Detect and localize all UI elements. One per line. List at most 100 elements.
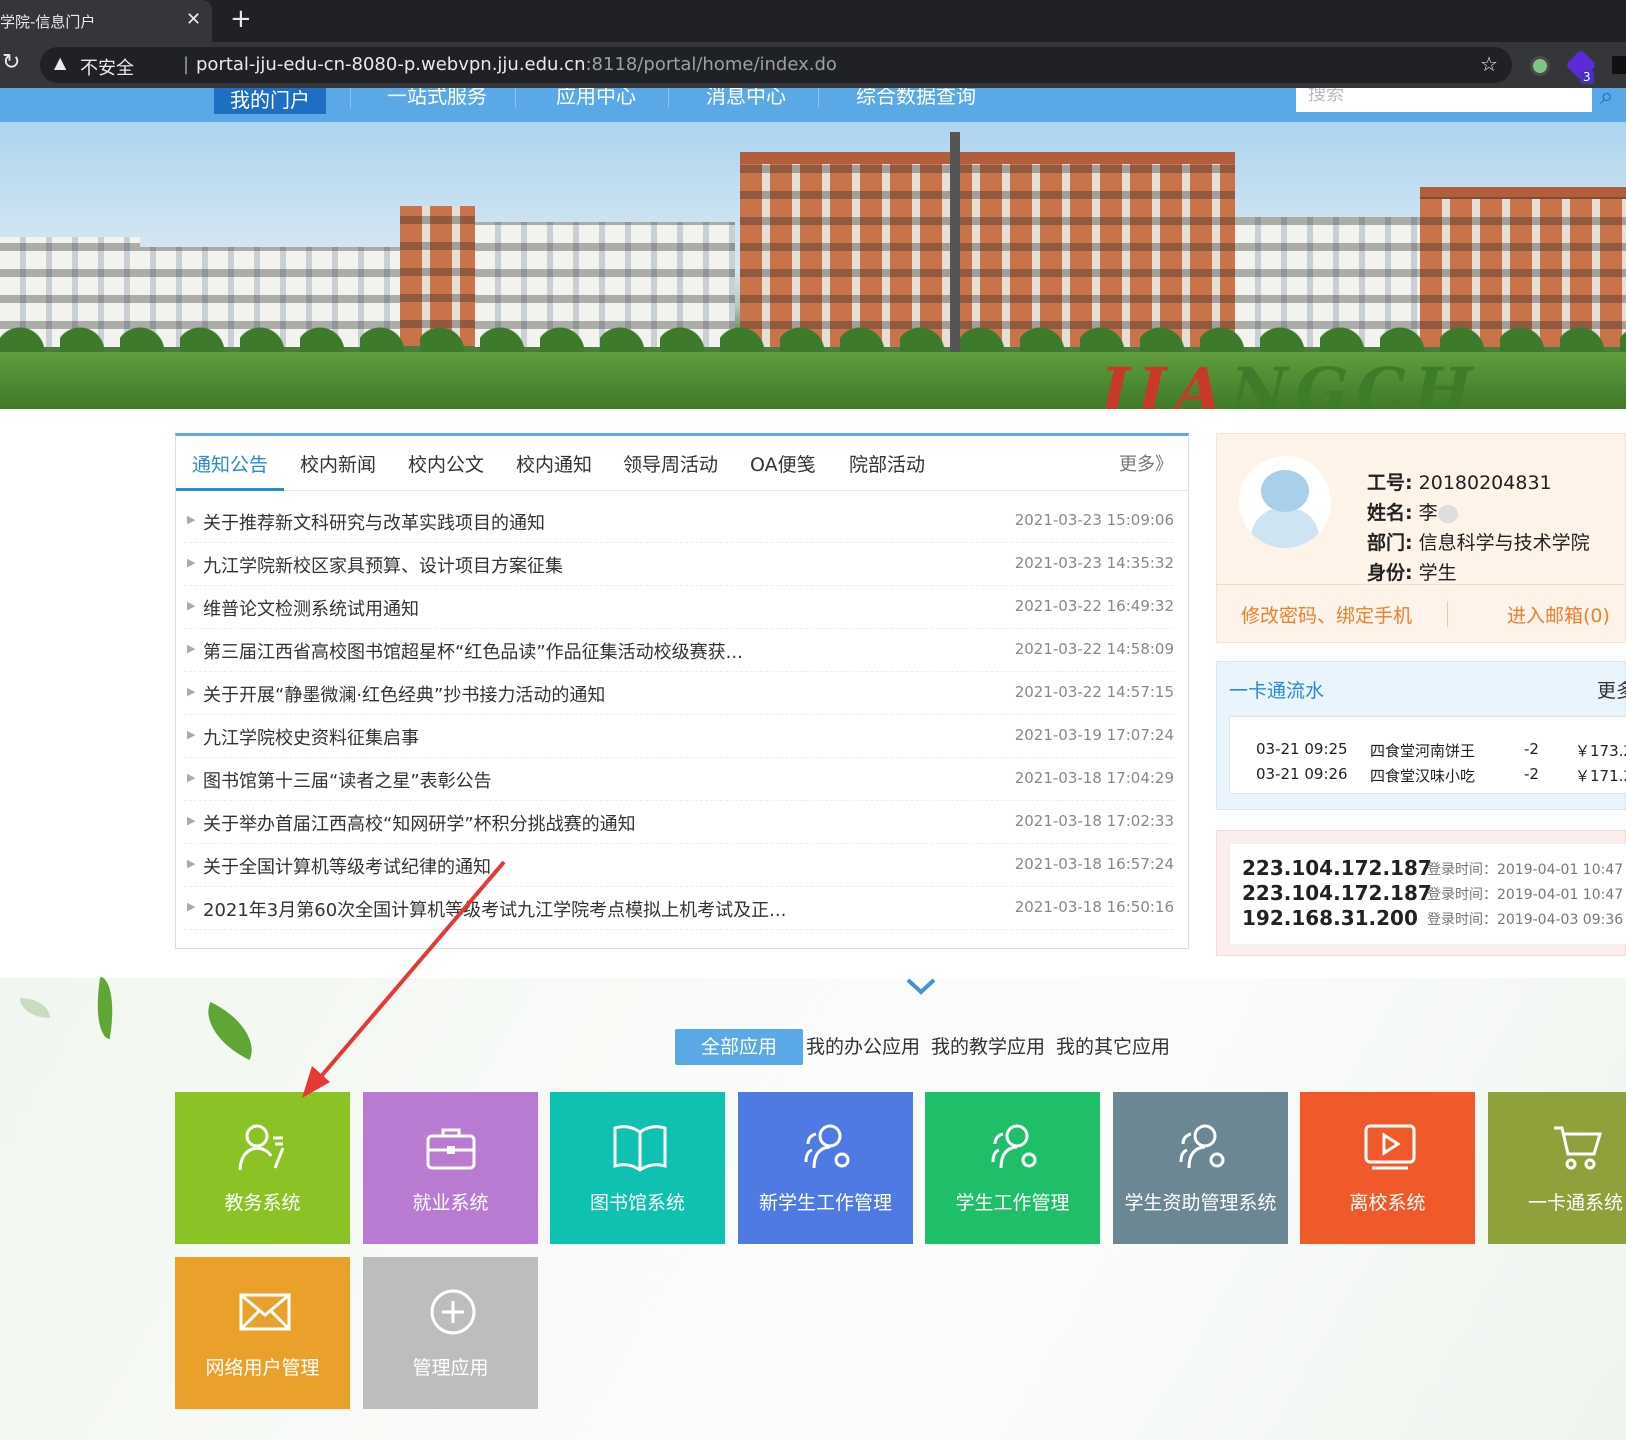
change-password-link[interactable]: 修改密码、绑定手机: [1241, 601, 1412, 628]
bullet-icon: ▶: [187, 556, 196, 569]
transaction-place: 四食堂汉味小吃: [1370, 767, 1476, 785]
login-time: 登录时间：2019-04-03 09:36: [1427, 912, 1624, 928]
bookmark-star-icon[interactable]: ☆: [1480, 52, 1498, 76]
notice-title[interactable]: 维普论文检测系统试用通知: [203, 595, 419, 621]
insecure-label[interactable]: 不安全: [80, 54, 134, 80]
nav-one-stop[interactable]: 一站式服务: [387, 88, 487, 109]
notice-title[interactable]: 2021年3月第60次全国计算机等级考试九江学院考点模拟上机考试及正...: [203, 896, 786, 922]
profile-role: 身份: 学生: [1367, 558, 1457, 585]
browser-tab[interactable]: 学院-信息门户 ✕: [0, 0, 212, 42]
notice-title[interactable]: 关于开展“静墨微澜·红色经典”抄书接力活动的通知: [203, 681, 605, 707]
divider: [1447, 601, 1448, 627]
extension-icon[interactable]: [1612, 56, 1626, 74]
tab-teaching-apps[interactable]: 我的教学应用: [931, 1029, 1045, 1065]
notice-row[interactable]: ▶ 关于全国计算机等级考试纪律的通知 2021-03-18 16:57:24: [184, 844, 1174, 887]
app-tile-label: 教务系统: [224, 1192, 301, 1214]
nav-data-query[interactable]: 综合数据查询: [856, 88, 976, 109]
notice-title[interactable]: 关于推荐新文科研究与改革实践项目的通知: [203, 509, 545, 535]
notice-title[interactable]: 九江学院新校区家具预算、设计项目方案征集: [203, 552, 563, 578]
profile-actions: 修改密码、绑定手机 进入邮箱(0): [1217, 584, 1626, 644]
url-path: :8118/portal/home/index.do: [585, 54, 837, 75]
app-tile-label: 新学生工作管理: [758, 1192, 892, 1214]
warning-icon[interactable]: ▲: [54, 53, 66, 72]
extension-circle-icon[interactable]: [1530, 56, 1550, 76]
notice-row[interactable]: ▶ 九江学院新校区家具预算、设计项目方案征集 2021-03-23 14:35:32: [184, 543, 1174, 586]
app-tile-employment[interactable]: 就业系统: [363, 1092, 538, 1244]
app-tile-library[interactable]: 图书馆系统: [550, 1092, 725, 1244]
tab-office-apps[interactable]: 我的办公应用: [806, 1029, 920, 1065]
notice-title[interactable]: 九江学院校史资料征集启事: [203, 724, 419, 750]
banner-lettering-a: JIA: [1092, 354, 1239, 409]
leaf-decoration: [195, 1002, 265, 1060]
app-tile-network-users[interactable]: 网络用户管理: [175, 1257, 350, 1409]
app-tile-student-work[interactable]: 学生工作管理: [925, 1092, 1100, 1244]
app-tile-financial-aid[interactable]: 学生资助管理系统: [1113, 1092, 1288, 1244]
new-tab-button[interactable]: +: [230, 4, 252, 34]
bullet-icon: ▶: [187, 685, 196, 698]
card-panel-title[interactable]: 一卡通流水: [1229, 676, 1324, 703]
notice-title[interactable]: 关于举办首届江西高校“知网研学”杯积分挑战赛的通知: [203, 810, 636, 836]
reload-icon[interactable]: ↻: [2, 50, 20, 75]
nav-divider: [668, 88, 669, 108]
notice-row[interactable]: ▶ 维普论文检测系统试用通知 2021-03-22 16:49:32: [184, 586, 1174, 629]
app-tile-new-student-work[interactable]: 新学生工作管理: [738, 1092, 913, 1244]
search-input[interactable]: 搜索: [1296, 88, 1592, 112]
app-tile-graduation[interactable]: 离校系统: [1300, 1092, 1475, 1244]
tab-dept-activities[interactable]: 院部活动: [849, 450, 925, 477]
notice-row[interactable]: ▶ 九江学院校史资料征集启事 2021-03-19 17:07:24: [184, 715, 1174, 758]
profile-dept: 部门: 信息科学与技术学院: [1367, 528, 1590, 555]
app-tile-campus-card[interactable]: 一卡通系统: [1488, 1092, 1626, 1244]
url-text[interactable]: portal-jju-edu-cn-8080-p.webvpn.jju.edu.…: [196, 54, 837, 75]
app-tile-manage-apps[interactable]: 管理应用: [363, 1257, 538, 1409]
leaf-decoration: [89, 976, 121, 1040]
url-host: portal-jju-edu-cn-8080-p.webvpn.jju.edu.…: [196, 54, 586, 75]
search-icon[interactable]: ⌕: [1600, 88, 1613, 110]
app-tile-label: 管理应用: [412, 1357, 489, 1379]
tab-leader-activities[interactable]: 领导周活动: [623, 450, 718, 477]
close-icon[interactable]: ✕: [186, 9, 201, 30]
card-more-link[interactable]: 更多: [1597, 676, 1626, 703]
bullet-icon: ▶: [187, 599, 196, 612]
notice-row[interactable]: ▶ 关于推荐新文科研究与改革实践项目的通知 2021-03-23 15:09:06: [184, 500, 1174, 543]
notice-row[interactable]: ▶ 关于举办首届江西高校“知网研学”杯积分挑战赛的通知 2021-03-18 17:…: [184, 801, 1174, 844]
more-link[interactable]: 更多》: [1119, 450, 1173, 476]
bullet-icon: ▶: [187, 900, 196, 913]
nav-my-portal[interactable]: 我的门户: [214, 88, 326, 114]
tab-title: 学院-信息门户: [0, 13, 96, 31]
notice-date: 2021-03-18 16:57:24: [1014, 855, 1174, 873]
notice-date: 2021-03-18 17:02:33: [1014, 812, 1174, 830]
app-tile-label: 离校系统: [1349, 1192, 1426, 1214]
notice-row[interactable]: ▶ 2021年3月第60次全国计算机等级考试九江学院考点模拟上机考试及正... 20…: [184, 887, 1174, 930]
tab-notices[interactable]: 通知公告: [192, 450, 268, 477]
nav-message-center[interactable]: 消息中心: [706, 88, 786, 109]
tab-oa-memo[interactable]: OA便笺: [750, 450, 816, 477]
tab-campus-notices[interactable]: 校内通知: [516, 450, 592, 477]
app-tile-academic[interactable]: 教务系统: [175, 1092, 350, 1244]
nav-divider: [818, 88, 819, 108]
chevron-down-icon[interactable]: [904, 970, 938, 1004]
tab-other-apps[interactable]: 我的其它应用: [1056, 1029, 1170, 1065]
login-time: 登录时间：2019-04-01 10:47: [1427, 862, 1624, 878]
search-placeholder: 搜索: [1308, 88, 1344, 105]
tab-campus-documents[interactable]: 校内公文: [408, 450, 484, 477]
notice-title[interactable]: 第三届江西省高校图书馆超星杯“红色品读”作品征集活动校级赛获...: [203, 638, 743, 664]
book-icon: [613, 1125, 667, 1172]
add-circle-icon: [430, 1289, 476, 1335]
profile-name-value: 李: [1418, 502, 1438, 524]
campus-card-panel: 一卡通流水 更多 03-21 09:25 四食堂河南饼王 -2 ￥173.2 0…: [1216, 661, 1626, 810]
users-gear-icon: [991, 1124, 1037, 1169]
tab-all-apps[interactable]: 全部应用: [675, 1029, 804, 1065]
notice-title[interactable]: 图书馆第十三届“读者之星”表彰公告: [203, 767, 492, 793]
notice-row[interactable]: ▶ 关于开展“静墨微澜·红色经典”抄书接力活动的通知 2021-03-22 14:5…: [184, 672, 1174, 715]
nav-divider: [350, 88, 351, 108]
profile-id-value: 20180204831: [1418, 472, 1552, 494]
address-bar[interactable]: ▲ 不安全 | portal-jju-edu-cn-8080-p.webvpn.…: [40, 47, 1512, 83]
mailbox-link[interactable]: 进入邮箱(0): [1507, 601, 1610, 628]
notice-row[interactable]: ▶ 第三届江西省高校图书馆超星杯“红色品读”作品征集活动校级赛获... 2021-0…: [184, 629, 1174, 672]
notice-title[interactable]: 关于全国计算机等级考试纪律的通知: [203, 853, 491, 879]
tab-campus-news[interactable]: 校内新闻: [300, 450, 376, 477]
nav-app-center[interactable]: 应用中心: [556, 88, 636, 109]
notice-row[interactable]: ▶ 图书馆第十三届“读者之星”表彰公告 2021-03-18 17:04:29: [184, 758, 1174, 801]
notice-date: 2021-03-22 14:58:09: [1014, 640, 1174, 658]
notice-date: 2021-03-22 14:57:15: [1014, 683, 1174, 701]
